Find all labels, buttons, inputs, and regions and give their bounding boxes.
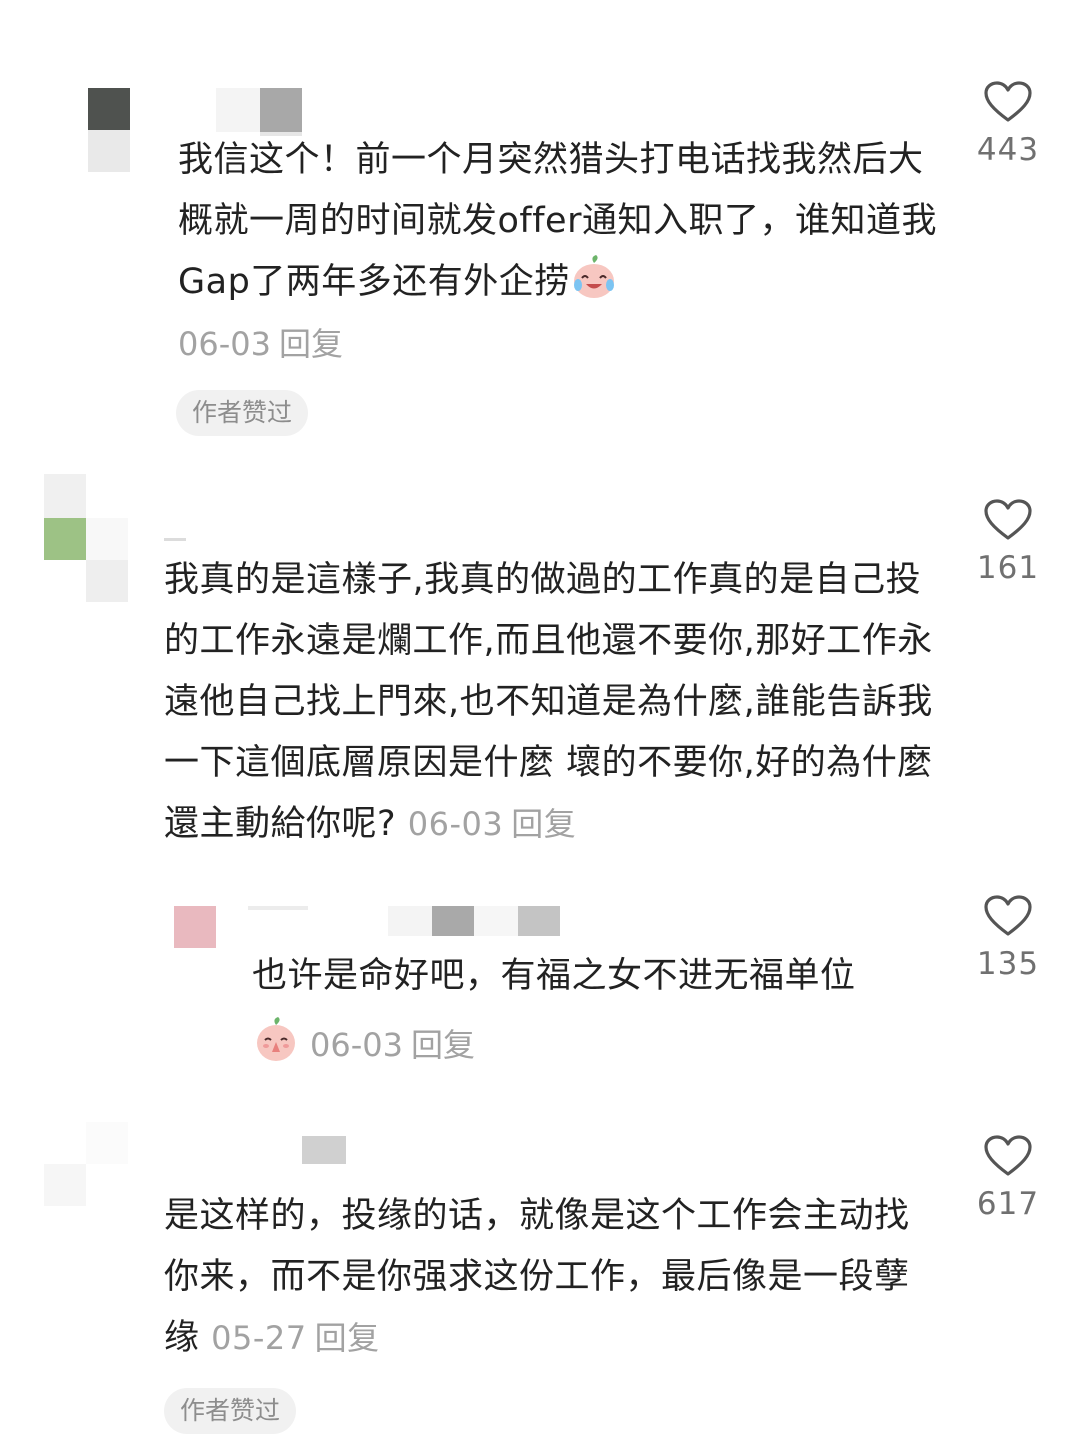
like-count: 135	[976, 946, 1040, 982]
reply-button[interactable]: 回复	[511, 805, 576, 843]
comment-thread: 我信这个！前一个月突然猎头打电话找我然后大概就一周的时间就发offer通知入职了…	[0, 0, 1080, 1440]
comment-date: 06-03	[178, 325, 271, 363]
comment-text: 我真的是這樣子,我真的做過的工作真的是自己投的工作永遠是爛工作,而且他還不要你,…	[164, 560, 933, 844]
reply-button[interactable]: 回复	[279, 325, 343, 363]
comment-date: 05-27	[211, 1319, 307, 1357]
comment-date: 06-03	[310, 1026, 403, 1064]
comment-date: 06-03	[407, 805, 504, 843]
like-group: 617	[958, 1134, 1058, 1222]
praying-peach-emoji	[257, 1017, 295, 1061]
crying-laughing-peach-emoji	[573, 255, 614, 298]
author-liked-badge: 作者赞过	[176, 390, 309, 436]
heart-icon[interactable]	[983, 80, 1033, 124]
comment-text: 我信这个！前一个月突然猎头打电话找我然后大概就一周的时间就发offer通知入职了…	[178, 140, 937, 302]
like-group: 135	[958, 894, 1058, 982]
comment-meta: 06-03 回复	[252, 1016, 475, 1065]
like-group: 443	[958, 80, 1058, 168]
like-group: 161	[958, 498, 1058, 586]
like-count: 617	[976, 1186, 1040, 1222]
comment-meta: 06-03 回复	[178, 324, 343, 364]
comment-body: 也许是命好吧，有福之女不进无福单位	[252, 946, 932, 1007]
comment-text: 也许是命好吧，有福之女不进无福单位	[252, 956, 856, 996]
comment-body: 我信这个！前一个月突然猎头打电话找我然后大概就一周的时间就发offer通知入职了…	[178, 130, 938, 313]
like-count: 443	[976, 132, 1040, 168]
reply-button[interactable]: 回复	[411, 1026, 475, 1064]
heart-icon[interactable]	[983, 894, 1033, 938]
author-liked-badge: 作者赞过	[164, 1388, 297, 1434]
like-count: 161	[976, 550, 1040, 586]
comment-body: 是这样的，投缘的话，就像是这个工作会主动找你来，而不是你强求这份工作，最后像是一…	[164, 1186, 934, 1369]
comment-body: 我真的是這樣子,我真的做過的工作真的是自己投的工作永遠是爛工作,而且他還不要你,…	[164, 550, 934, 855]
heart-icon[interactable]	[983, 498, 1033, 542]
heart-icon[interactable]	[983, 1134, 1033, 1178]
reply-button[interactable]: 回复	[315, 1319, 380, 1357]
